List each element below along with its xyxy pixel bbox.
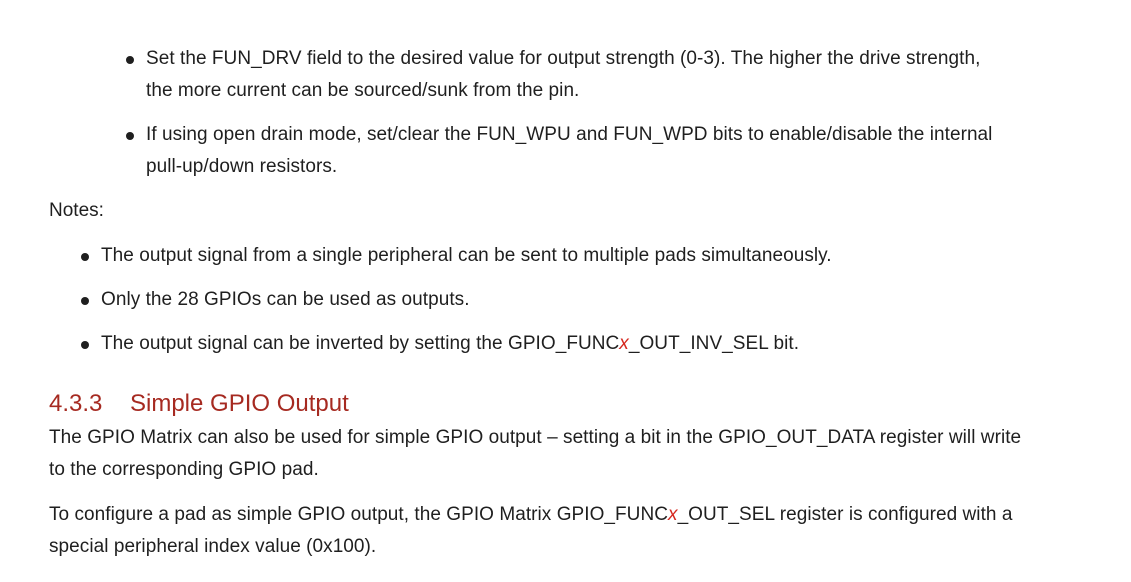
note-text: The output signal from a single peripher… xyxy=(101,245,832,266)
variable-x: x xyxy=(668,504,678,525)
bullet-icon xyxy=(126,132,134,140)
note-text: Only the 28 GPIOs can be used as outputs… xyxy=(101,289,470,310)
bullet-icon xyxy=(81,253,89,261)
bullet-line: pull-up/down resistors. xyxy=(146,156,338,177)
note-text-after: _OUT_INV_SEL bit. xyxy=(628,333,800,354)
document-page: Set the FUN_DRV field to the desired val… xyxy=(0,0,1131,582)
bullet-icon xyxy=(126,56,134,64)
bullet-line: Set the FUN_DRV field to the desired val… xyxy=(146,48,981,69)
bullet-icon xyxy=(81,341,89,349)
bullet-line: the more current can be sourced/sunk fro… xyxy=(146,80,580,101)
notes-label: Notes: xyxy=(49,200,104,221)
note-text: The output signal can be inverted by set… xyxy=(101,328,799,360)
paragraph-line: To configure a pad as simple GPIO output… xyxy=(49,499,1012,531)
section-number: 4.3.3 xyxy=(49,390,103,417)
bullet-line: If using open drain mode, set/clear the … xyxy=(146,124,993,145)
variable-x: x xyxy=(619,333,629,354)
paragraph-line: The GPIO Matrix can also be used for sim… xyxy=(49,427,1022,448)
section-title: Simple GPIO Output xyxy=(130,390,349,417)
paragraph-text-after: _OUT_SEL register is configured with a xyxy=(677,504,1013,525)
paragraph-text-before: To configure a pad as simple GPIO output… xyxy=(49,504,668,525)
paragraph-line: to the corresponding GPIO pad. xyxy=(49,459,319,480)
note-text-before: The output signal can be inverted by set… xyxy=(101,333,620,354)
section-heading: 4.3.3 Simple GPIO Output xyxy=(49,387,349,421)
bullet-icon xyxy=(81,297,89,305)
paragraph-line: special peripheral index value (0x100). xyxy=(49,536,377,557)
